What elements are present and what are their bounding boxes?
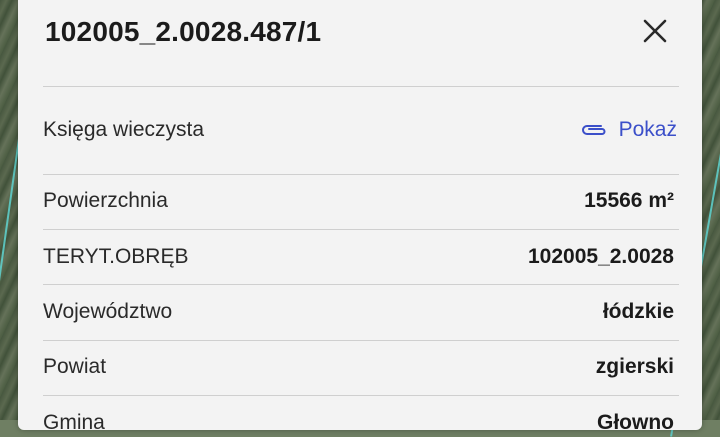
divider xyxy=(43,86,679,87)
row-value: łódzkie xyxy=(602,300,674,323)
row-label: Województwo xyxy=(43,300,173,323)
row-value: 102005_2.0028 xyxy=(528,245,674,268)
row-area: Powierzchnia 15566 m² xyxy=(43,174,674,228)
row-voivodeship: Województwo łódzkie xyxy=(43,285,674,339)
show-land-register-link[interactable]: Pokaż xyxy=(579,118,677,142)
show-link-label: Pokaż xyxy=(618,118,677,141)
row-label: Powiat xyxy=(43,355,107,378)
parcel-title: 102005_2.0028.487/1 xyxy=(45,16,322,47)
row-county: Powiat zgierski xyxy=(43,340,674,394)
paperclip-icon xyxy=(581,125,606,135)
row-value: zgierski xyxy=(595,355,674,378)
parcel-info-panel: 102005_2.0028.487/1 Księga wieczysta Pok… xyxy=(18,0,702,430)
row-label: Księga wieczysta xyxy=(43,118,205,141)
row-label: Gmina xyxy=(43,411,105,430)
close-button[interactable] xyxy=(640,16,670,46)
row-teryt-precinct: TERYT.OBRĘB 102005_2.0028 xyxy=(43,230,674,284)
row-land-register: Księga wieczysta Pokaż xyxy=(43,103,677,157)
row-label: TERYT.OBRĘB xyxy=(43,245,189,268)
row-value: Głowno xyxy=(597,411,674,430)
row-label: Powierzchnia xyxy=(43,189,168,212)
row-value: 15566 m² xyxy=(584,189,674,212)
row-commune: Gmina Głowno xyxy=(43,396,674,430)
close-icon xyxy=(643,19,667,43)
panel-header: 102005_2.0028.487/1 xyxy=(18,0,702,86)
